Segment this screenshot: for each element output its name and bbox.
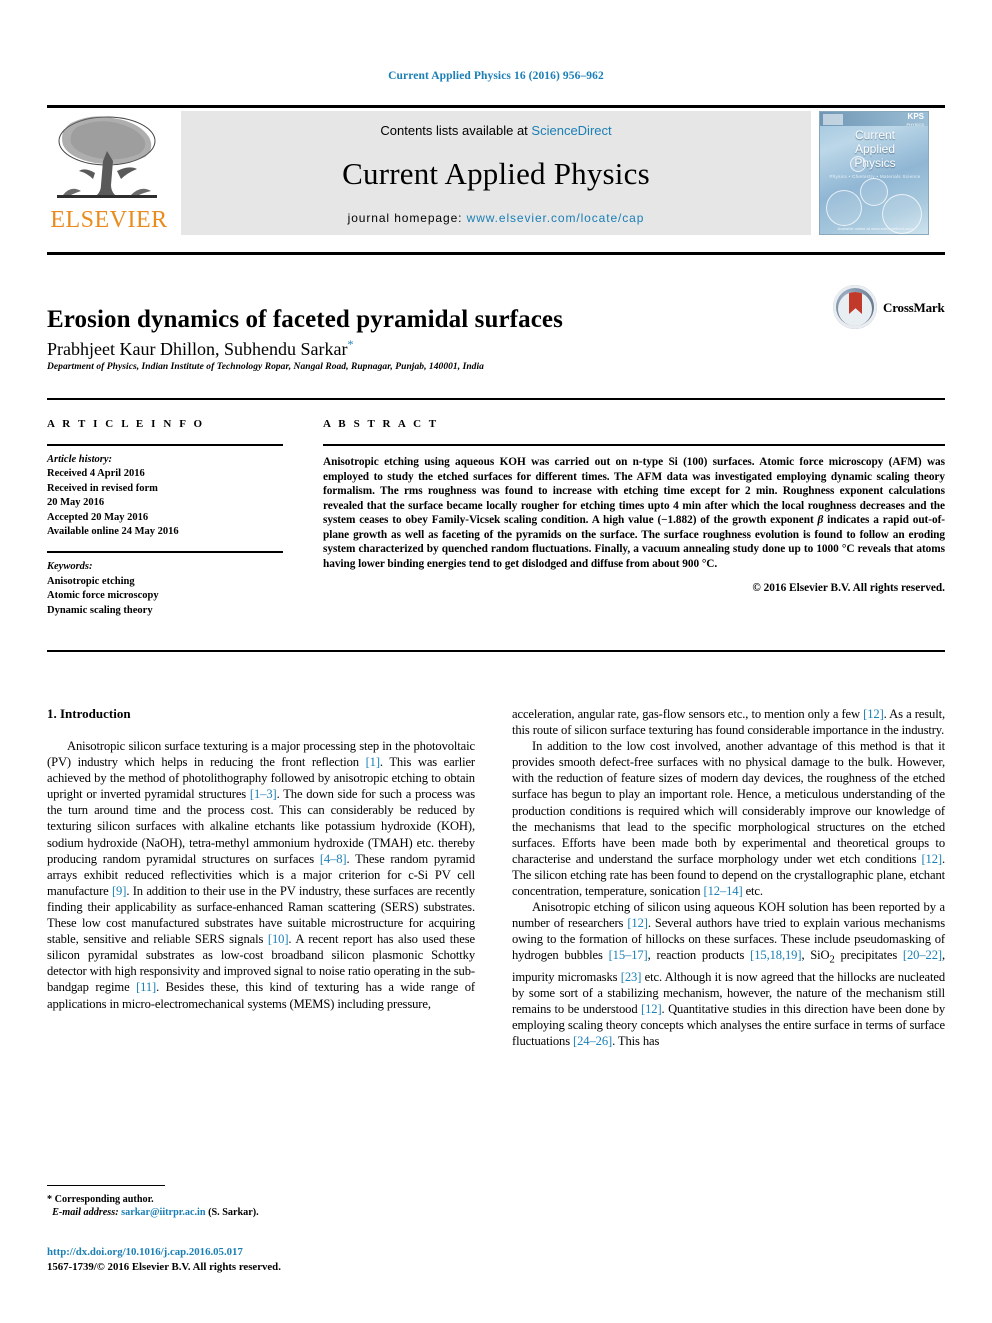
citation-ref[interactable]: [1] bbox=[366, 755, 380, 769]
keyword-item: Dynamic scaling theory bbox=[47, 604, 153, 616]
citation-ref[interactable]: [15–17] bbox=[609, 948, 648, 962]
article-info-column: A R T I C L E I N F O Article history: R… bbox=[47, 418, 283, 618]
keywords-separator-rule bbox=[47, 551, 283, 554]
citation-ref[interactable]: [12] bbox=[863, 707, 884, 721]
crossmark-inner-disc bbox=[838, 292, 872, 326]
intro-paragraph-right-2: In addition to the low cost involved, an… bbox=[512, 739, 945, 899]
crossmark-circle-icon bbox=[833, 285, 877, 329]
cover-footer-text: Available online at www.sciencedirect.co… bbox=[837, 226, 913, 231]
history-item: 20 May 2016 bbox=[47, 497, 105, 509]
page-title: Erosion dynamics of faceted pyramidal su… bbox=[47, 305, 563, 333]
history-item: Received in revised form bbox=[47, 482, 158, 494]
email-suffix: (S. Sarkar). bbox=[208, 1207, 259, 1219]
sciencedirect-link[interactable]: ScienceDirect bbox=[531, 123, 611, 138]
abstract-rule bbox=[323, 444, 945, 446]
citation-ref[interactable]: [12] bbox=[627, 916, 648, 930]
journal-homepage-line: journal homepage: www.elsevier.com/locat… bbox=[181, 211, 811, 225]
citation-ref[interactable]: [11] bbox=[136, 980, 156, 994]
corresponding-author-marker: * bbox=[347, 337, 354, 351]
article-history-label: Article history: bbox=[47, 454, 113, 465]
doi-link[interactable]: http://dx.doi.org/10.1016/j.cap.2016.05.… bbox=[47, 1245, 475, 1260]
citation-ref[interactable]: [9] bbox=[112, 884, 126, 898]
footnote-rule bbox=[47, 1185, 165, 1186]
keyword-item: Atomic force microscopy bbox=[47, 590, 159, 602]
abstract-copyright: © 2016 Elsevier B.V. All rights reserved… bbox=[752, 582, 945, 594]
intro-paragraph-left: Anisotropic silicon surface texturing is… bbox=[47, 739, 476, 1011]
abstract-bottom-rule bbox=[47, 650, 945, 652]
elsevier-logo: ELSEVIER bbox=[47, 111, 175, 235]
abstract-text: Anisotropic etching using aqueous KOH wa… bbox=[323, 456, 945, 570]
citation-ref[interactable]: [4–8] bbox=[320, 852, 347, 866]
citation-ref[interactable]: [1–3] bbox=[250, 787, 277, 801]
homepage-label: journal homepage: bbox=[347, 211, 463, 225]
citation-ref[interactable]: [23] bbox=[621, 970, 642, 984]
history-item: Received 4 April 2016 bbox=[47, 468, 145, 480]
article-page: Current Applied Physics 16 (2016) 956–96… bbox=[0, 0, 992, 1323]
email-label: E-mail address: bbox=[52, 1207, 119, 1219]
article-history-block: Article history: Received 4 April 2016 R… bbox=[47, 453, 283, 539]
footnote-email-line: E-mail address: sarkar@iitrpr.ac.in (S. … bbox=[47, 1206, 475, 1219]
history-item: Available online 24 May 2016 bbox=[47, 526, 179, 538]
citation-ref[interactable]: [10] bbox=[268, 932, 289, 946]
cover-title-line1: Current bbox=[854, 128, 895, 142]
footnote-corresponding-line: * Corresponding author. bbox=[47, 1194, 154, 1205]
keyword-item: Anisotropic etching bbox=[47, 575, 135, 587]
citation-ref[interactable]: [12] bbox=[921, 852, 942, 866]
elsevier-tree-icon bbox=[51, 111, 163, 208]
body-column-left: 1. Introduction Anisotropic silicon surf… bbox=[47, 706, 475, 1012]
sciencedirect-banner: Contents lists available at ScienceDirec… bbox=[181, 111, 811, 235]
abstract-column: A B S T R A C T Anisotropic etching usin… bbox=[323, 418, 945, 594]
citation-ref[interactable]: [12–14] bbox=[704, 884, 743, 898]
journal-masthead: ELSEVIER Contents lists available at Sci… bbox=[47, 105, 945, 235]
corresponding-author-footnote: * Corresponding author. E-mail address: … bbox=[47, 1185, 475, 1220]
keywords-block: Keywords: Anisotropic etching Atomic for… bbox=[47, 560, 283, 618]
citation-ref[interactable]: [24–26] bbox=[573, 1034, 612, 1048]
homepage-url-link[interactable]: www.elsevier.com/locate/cap bbox=[467, 211, 645, 225]
email-link[interactable]: sarkar@iitrpr.ac.in bbox=[121, 1207, 205, 1218]
cover-elsevier-mark bbox=[823, 114, 843, 125]
intro-paragraph-right-1: acceleration, angular rate, gas-flow sen… bbox=[512, 707, 945, 738]
cover-bubble bbox=[826, 190, 862, 226]
history-item: Accepted 20 May 2016 bbox=[47, 511, 149, 523]
cover-title-line2: Applied bbox=[854, 142, 896, 156]
citation-ref[interactable]: [20–22] bbox=[903, 948, 942, 962]
elsevier-wordmark: ELSEVIER bbox=[50, 207, 168, 233]
author-names: Prabhjeet Kaur Dhillon, Subhendu Sarkar bbox=[47, 339, 348, 359]
title-top-rule bbox=[47, 252, 945, 255]
journal-cover-thumbnail: KPS PHYSICS Current Applied Physics Phys… bbox=[819, 111, 929, 235]
cover-bubble bbox=[850, 156, 866, 172]
cover-title-line3: Physics bbox=[854, 156, 896, 170]
doi-block: http://dx.doi.org/10.1016/j.cap.2016.05.… bbox=[47, 1245, 475, 1275]
affiliation: Department of Physics, Indian Institute … bbox=[47, 362, 484, 372]
running-head: Current Applied Physics 16 (2016) 956–96… bbox=[388, 70, 604, 82]
citation-ref[interactable]: [15,18,19] bbox=[750, 948, 801, 962]
issn-copyright-line: 1567-1739/© 2016 Elsevier B.V. All right… bbox=[47, 1261, 281, 1273]
citation-ref[interactable]: [12] bbox=[641, 1002, 662, 1016]
abstract-heading: A B S T R A C T bbox=[323, 418, 439, 430]
cover-title: Current Applied Physics bbox=[820, 128, 928, 170]
crossmark-badge[interactable]: CrossMark bbox=[833, 283, 945, 341]
crossmark-label: CrossMark bbox=[883, 300, 945, 315]
cover-bubble bbox=[860, 178, 888, 206]
section-heading-introduction: 1. Introduction bbox=[47, 706, 131, 721]
article-info-heading: A R T I C L E I N F O bbox=[47, 418, 205, 430]
masthead-top-rule bbox=[47, 105, 945, 108]
intro-paragraph-right-3: Anisotropic etching of silicon using aqu… bbox=[512, 900, 945, 1049]
contents-available-line: Contents lists available at ScienceDirec… bbox=[181, 123, 811, 138]
cover-kps-badge: KPS PHYSICS bbox=[906, 112, 924, 128]
crossmark-ribbon-icon bbox=[849, 292, 862, 314]
keywords-label: Keywords: bbox=[47, 561, 93, 573]
body-column-right: acceleration, angular rate, gas-flow sen… bbox=[512, 706, 945, 1049]
journal-title: Current Applied Physics bbox=[342, 156, 650, 191]
author-list: Prabhjeet Kaur Dhillon, Subhendu Sarkar* bbox=[47, 333, 807, 360]
info-section-top-rule bbox=[47, 398, 945, 400]
contents-label: Contents lists available at bbox=[380, 123, 528, 138]
article-info-rule bbox=[47, 444, 283, 446]
